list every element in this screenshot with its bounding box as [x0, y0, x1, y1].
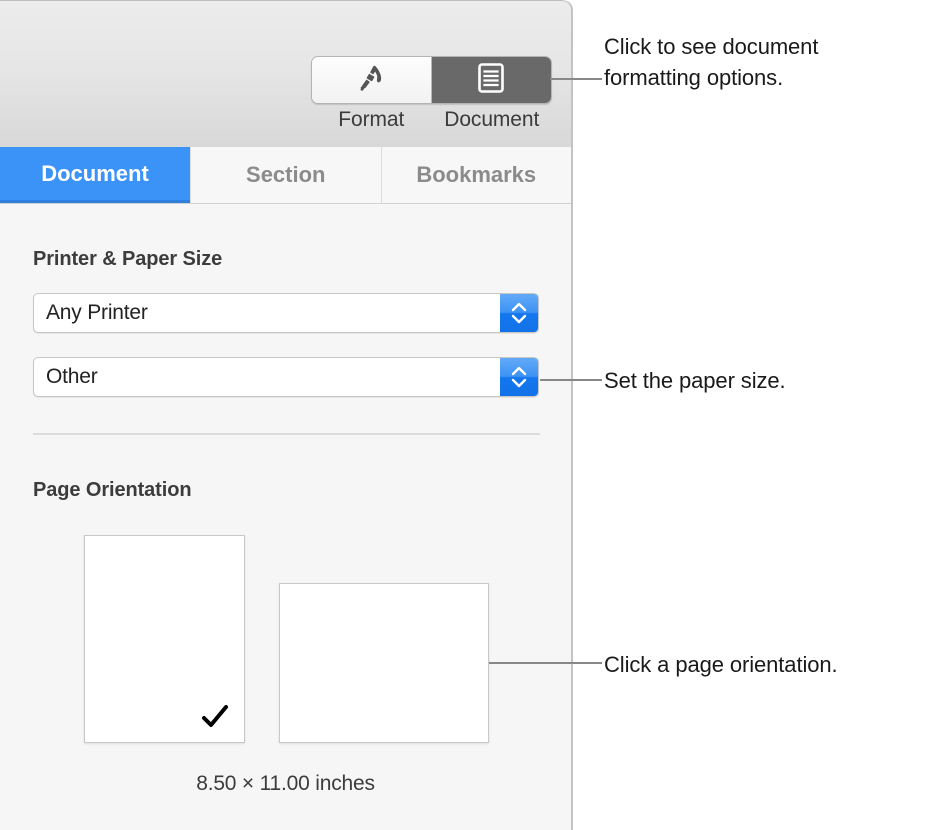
- printer-paper-size-heading: Printer & Paper Size: [33, 248, 223, 270]
- inspector-body: Printer & Paper Size Any Printer Other P…: [0, 204, 571, 830]
- inspector-tab-bar[interactable]: Document Section Bookmarks: [0, 147, 571, 204]
- inspector-toolbar: Format Document: [0, 0, 571, 147]
- document-icon: [476, 62, 506, 99]
- page-orientation-heading: Page Orientation: [33, 479, 192, 501]
- tab-bookmarks[interactable]: Bookmarks: [380, 147, 571, 203]
- callout-paper-size-text: Set the paper size.: [604, 368, 786, 393]
- callout-orientation-text: Click a page orientation.: [604, 652, 838, 677]
- format-segment-button[interactable]: [312, 57, 432, 103]
- document-segment-label: Document: [444, 108, 540, 131]
- paintbrush-icon: [356, 63, 386, 98]
- checkmark-icon: [200, 702, 230, 732]
- paper-size-select[interactable]: Other: [33, 357, 539, 397]
- paper-dimensions-label: 8.50 × 11.00 inches: [196, 772, 375, 795]
- document-segment-button[interactable]: [431, 57, 551, 103]
- document-inspector-panel: Format Document Document Section Bookmar…: [0, 0, 573, 830]
- paper-size-select-stepper-icon[interactable]: [500, 358, 538, 396]
- printer-select-value: Any Printer: [46, 301, 148, 324]
- portrait-orientation-option[interactable]: [84, 535, 245, 743]
- inspector-segmented-control[interactable]: [311, 56, 552, 104]
- leader-line-paper-size: [540, 379, 602, 381]
- landscape-orientation-option[interactable]: [279, 583, 489, 743]
- printer-select[interactable]: Any Printer: [33, 293, 539, 333]
- callout-format-text: Click to see document formatting options…: [604, 34, 819, 90]
- format-segment-label: Format: [338, 108, 405, 131]
- tab-document[interactable]: Document: [0, 147, 190, 203]
- leader-line-format: [550, 78, 602, 80]
- section-divider: [33, 433, 540, 435]
- leader-line-orientation: [489, 662, 602, 664]
- segment-label-row: Format Document: [311, 108, 552, 138]
- tab-section[interactable]: Section: [190, 147, 381, 203]
- paper-size-select-value: Other: [46, 365, 98, 388]
- printer-select-stepper-icon[interactable]: [500, 294, 538, 332]
